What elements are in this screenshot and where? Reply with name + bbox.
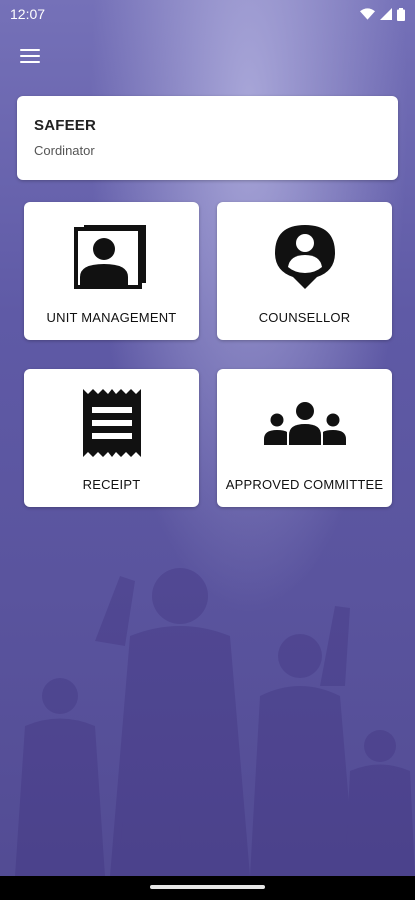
unit-management-tile[interactable]: UNIT MANAGEMENT — [24, 202, 199, 340]
tile-label: APPROVED COMMITTEE — [225, 477, 384, 492]
signal-icon — [380, 8, 392, 20]
app-bar — [0, 28, 415, 84]
crowd-illustration — [15, 568, 415, 876]
tile-label: UNIT MANAGEMENT — [46, 310, 177, 325]
status-bar: 12:07 — [0, 0, 415, 28]
profile-name: SAFEER — [34, 117, 97, 134]
system-nav-bar — [0, 876, 415, 900]
group-icon — [263, 402, 346, 445]
receipt-icon — [82, 389, 141, 457]
tile-label: RECEIPT — [82, 477, 141, 492]
menu-icon — [20, 49, 40, 51]
receipt-tile[interactable]: RECEIPT — [24, 369, 199, 507]
counsellor-tile[interactable]: COUNSELLOR — [217, 202, 392, 340]
approved-committee-tile[interactable]: APPROVED COMMITTEE — [217, 369, 392, 507]
battery-icon — [397, 7, 405, 21]
contact-card-icon — [73, 225, 146, 289]
wifi-icon — [360, 8, 375, 20]
home-gesture-handle[interactable] — [150, 885, 265, 889]
profile-role: Cordinator — [34, 143, 95, 158]
person-pin-icon — [274, 225, 335, 289]
status-time: 12:07 — [10, 6, 46, 22]
tile-label: COUNSELLOR — [258, 310, 351, 325]
menu-button[interactable] — [12, 38, 48, 74]
profile-card: SAFEER Cordinator — [17, 96, 398, 180]
